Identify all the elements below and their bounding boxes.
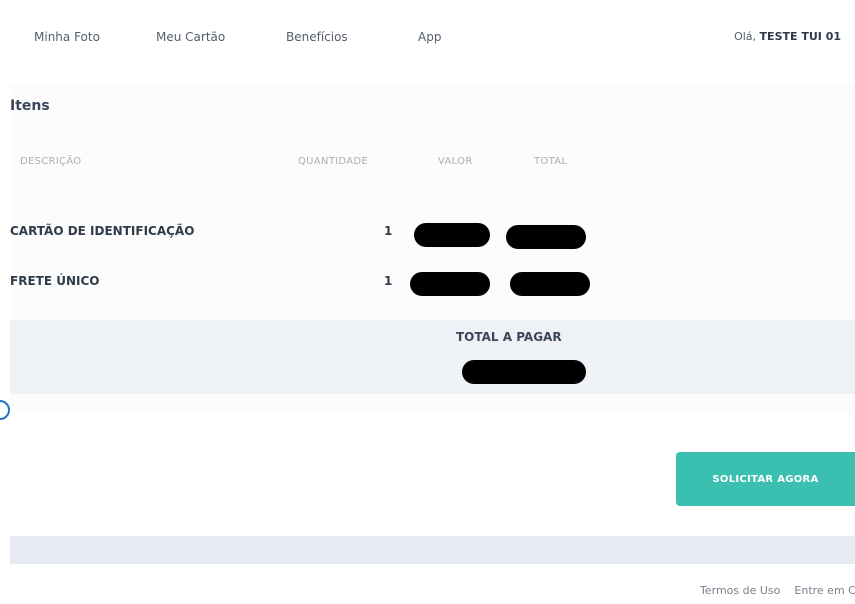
page: Minha Foto Meu Cartão Benefícios App Olá…	[0, 0, 855, 604]
column-header-quantity: QUANTIDADE	[298, 156, 368, 167]
column-header-description: DESCRIÇÃO	[20, 156, 82, 167]
solicitar-agora-button[interactable]: SOLICITAR AGORA	[676, 452, 855, 506]
total-label: TOTAL A PAGAR	[456, 330, 562, 344]
footer-band	[10, 536, 855, 564]
nav-item-meu-cartao[interactable]: Meu Cartão	[156, 30, 225, 44]
section-title: Itens	[10, 98, 50, 114]
edge-circle-icon	[0, 400, 10, 420]
total-band	[10, 320, 855, 394]
user-greeting[interactable]: Olá, TESTE TUI 01	[734, 30, 841, 43]
user-name: TESTE TUI 01	[759, 30, 841, 43]
redacted-value	[410, 272, 490, 296]
redacted-total	[506, 225, 586, 249]
footer-link-terms[interactable]: Termos de Uso	[700, 584, 780, 597]
footer-links: Termos de Uso Entre em C	[700, 584, 855, 597]
column-header-value: VALOR	[438, 156, 473, 167]
row-description: CARTÃO DE IDENTIFICAÇÃO	[10, 224, 195, 238]
redacted-total	[510, 272, 590, 296]
greeting-prefix: Olá,	[734, 30, 757, 43]
footer-link-contact[interactable]: Entre em C	[794, 584, 855, 597]
row-quantity: 1	[384, 274, 393, 288]
top-nav: Minha Foto Meu Cartão Benefícios App Olá…	[0, 0, 855, 80]
row-quantity: 1	[384, 224, 393, 238]
nav-item-beneficios[interactable]: Benefícios	[286, 30, 348, 44]
redacted-grand-total	[462, 360, 586, 384]
nav-item-minha-foto[interactable]: Minha Foto	[34, 30, 100, 44]
redacted-value	[414, 223, 490, 247]
column-header-total: TOTAL	[534, 156, 568, 167]
row-description: FRETE ÚNICO	[10, 274, 100, 288]
nav-item-app[interactable]: App	[418, 30, 441, 44]
